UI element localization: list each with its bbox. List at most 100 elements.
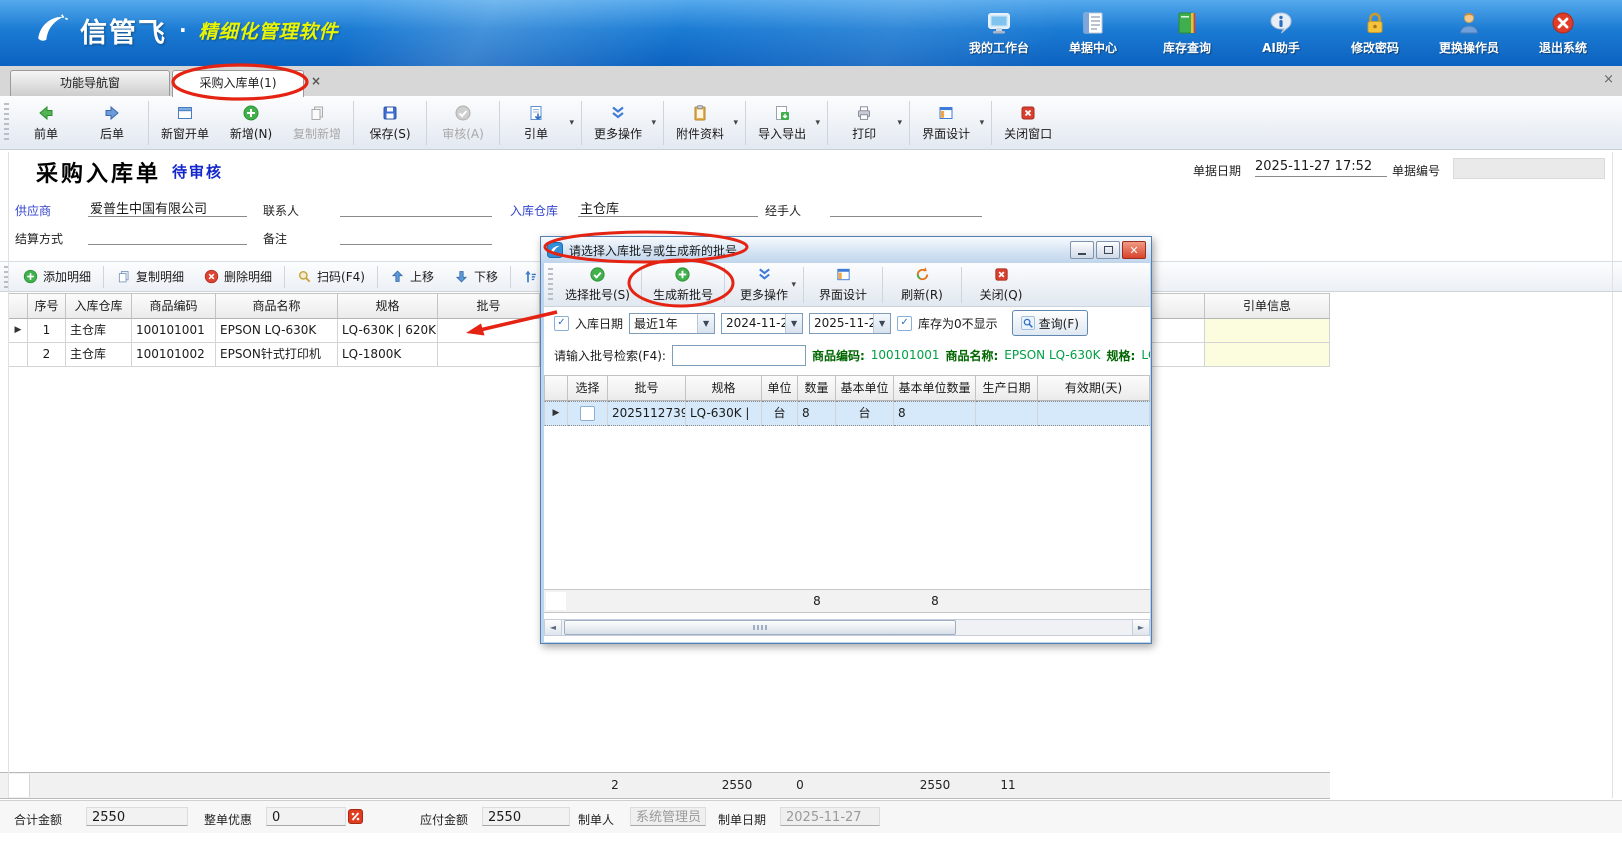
batch-search-input[interactable] bbox=[672, 345, 806, 366]
cell-spec[interactable]: LQ-1800K bbox=[338, 343, 438, 367]
tab-close-icon[interactable]: × bbox=[308, 74, 324, 90]
row-select-checkbox[interactable] bbox=[580, 406, 595, 421]
column-header[interactable]: 基本单位 bbox=[836, 375, 894, 401]
cell-batch[interactable] bbox=[438, 343, 540, 367]
handler-field[interactable] bbox=[830, 198, 982, 217]
import-export-button[interactable]: 导入导出 bbox=[749, 99, 824, 147]
scan-code-button[interactable]: 扫码(F4) bbox=[287, 264, 375, 290]
cell-valid-days[interactable] bbox=[1038, 401, 1150, 426]
nav-ai-assistant[interactable]: AI助手 bbox=[1238, 8, 1324, 58]
scroll-left-arrow[interactable]: ◄ bbox=[545, 620, 562, 635]
move-up-button[interactable]: 上移 bbox=[380, 264, 444, 290]
cell-code[interactable]: 100101001 bbox=[132, 319, 216, 343]
move-down-button[interactable]: 下移 bbox=[444, 264, 508, 290]
cell-prod-date[interactable] bbox=[976, 401, 1038, 426]
column-header[interactable]: 序号 bbox=[28, 293, 66, 319]
cell-warehouse[interactable]: 主仓库 bbox=[66, 319, 132, 343]
settle-field[interactable] bbox=[88, 226, 247, 245]
new-window-doc-button[interactable]: 新窗开单 bbox=[152, 99, 218, 147]
column-header[interactable]: 引单信息 bbox=[1205, 293, 1330, 319]
cell-name[interactable]: EPSON针式打印机 bbox=[216, 343, 338, 367]
hide-zero-stock-checkbox[interactable]: ✓ bbox=[897, 316, 912, 331]
pull-doc-button[interactable]: 引单 bbox=[503, 99, 578, 147]
close-window-button[interactable]: 关闭窗口 bbox=[995, 99, 1061, 147]
date-from-select[interactable]: 2024-11-27 ▼ bbox=[721, 313, 803, 334]
date-range-select[interactable]: 最近1年 ▼ bbox=[629, 313, 715, 334]
supplier-field[interactable]: 爱普生中国有限公司 bbox=[88, 198, 247, 217]
cell-name[interactable]: EPSON LQ-630K bbox=[216, 319, 338, 343]
inbound-date-checkbox[interactable]: ✓ bbox=[554, 316, 569, 331]
cell-base-qty[interactable]: 8 bbox=[894, 401, 976, 426]
restore-button[interactable] bbox=[1096, 241, 1120, 259]
dialog-close-button[interactable]: 关闭(Q) bbox=[965, 265, 1037, 305]
add-detail-button[interactable]: 添加明细 bbox=[13, 264, 101, 290]
nav-switch-operator[interactable]: 更换操作员 bbox=[1426, 8, 1512, 58]
cell-ref-info[interactable] bbox=[1205, 343, 1330, 367]
total-amount-field[interactable]: 2550 bbox=[86, 807, 188, 826]
scroll-right-arrow[interactable]: ► bbox=[1132, 620, 1149, 635]
tabstrip-close-icon[interactable]: × bbox=[1603, 72, 1614, 87]
column-header[interactable]: 商品编码 bbox=[132, 293, 216, 319]
cell-warehouse[interactable]: 主仓库 bbox=[66, 343, 132, 367]
column-header[interactable]: 选择 bbox=[568, 375, 608, 401]
refresh-button[interactable]: 刷新(R) bbox=[886, 265, 958, 305]
column-header[interactable]: 批号 bbox=[608, 375, 686, 401]
cell-ref-info[interactable] bbox=[1205, 319, 1330, 343]
nav-document-center[interactable]: 单据中心 bbox=[1050, 8, 1136, 58]
column-header[interactable]: 批号 bbox=[438, 293, 540, 319]
remark-field[interactable] bbox=[340, 226, 492, 245]
ui-design-button[interactable]: 界面设计 bbox=[913, 99, 988, 147]
tab-purchase-inbound[interactable]: 采购入库单(1) bbox=[172, 70, 304, 97]
scrollbar-thumb[interactable] bbox=[564, 620, 956, 635]
next-doc-button[interactable]: 后单 bbox=[79, 99, 145, 147]
cell-spec[interactable]: LQ-630K | 620K bbox=[338, 319, 438, 343]
dialog-title-bar[interactable]: 请选择入库批号或生成新的批号 ✕ bbox=[541, 237, 1151, 263]
batch-table-row[interactable]: ▶ 2025112739 LQ-630K | 台 8 台 8 bbox=[544, 401, 1150, 426]
tab-function-navigator[interactable]: 功能导航窗 bbox=[10, 70, 170, 96]
warehouse-field[interactable]: 主仓库 bbox=[578, 198, 758, 217]
cell-batch[interactable]: 2025112739 bbox=[608, 401, 686, 426]
close-button[interactable]: ✕ bbox=[1122, 241, 1146, 259]
column-header[interactable]: 基本单位数量 bbox=[894, 375, 976, 401]
column-header[interactable]: 入库仓库 bbox=[66, 293, 132, 319]
date-to-select[interactable]: 2025-11-27 ▼ bbox=[809, 313, 891, 334]
copy-detail-button[interactable]: 复制明细 bbox=[106, 264, 194, 290]
column-header[interactable]: 有效期(天) bbox=[1038, 375, 1150, 401]
column-header[interactable]: 规格 bbox=[338, 293, 438, 319]
column-header[interactable]: 生产日期 bbox=[976, 375, 1038, 401]
doc-date-field[interactable]: 2025-11-27 17:52 bbox=[1255, 159, 1387, 177]
nav-my-workbench[interactable]: 我的工作台 bbox=[956, 8, 1042, 58]
horizontal-scrollbar[interactable]: ◄ ► bbox=[544, 619, 1150, 636]
dialog-more-operations-button[interactable]: 更多操作 bbox=[728, 265, 800, 305]
cell-batch[interactable] bbox=[438, 319, 540, 343]
delete-detail-button[interactable]: 删除明细 bbox=[194, 264, 282, 290]
payable-amount-field[interactable]: 2550 bbox=[482, 807, 570, 826]
attachments-button[interactable]: 附件资料 bbox=[667, 99, 742, 147]
column-header[interactable]: 数量 bbox=[798, 375, 836, 401]
cell-code[interactable]: 100101002 bbox=[132, 343, 216, 367]
cell-seq[interactable]: 2 bbox=[28, 343, 66, 367]
nav-exit-system[interactable]: 退出系统 bbox=[1520, 8, 1606, 58]
contact-field[interactable] bbox=[340, 198, 492, 217]
generate-new-batch-button[interactable]: 生成新批号 bbox=[645, 265, 721, 305]
minimize-button[interactable] bbox=[1070, 241, 1094, 259]
dialog-ui-design-button[interactable]: 界面设计 bbox=[807, 265, 879, 305]
column-header[interactable]: 商品名称 bbox=[216, 293, 338, 319]
print-button[interactable]: 打印 bbox=[831, 99, 906, 147]
column-header[interactable]: 规格 bbox=[686, 375, 762, 401]
column-header[interactable]: 单位 bbox=[762, 375, 798, 401]
cell-qty[interactable]: 8 bbox=[798, 401, 836, 426]
discount-edit-icon[interactable] bbox=[348, 809, 363, 824]
add-new-button[interactable]: 新增(N) bbox=[218, 99, 284, 147]
query-button[interactable]: 查询(F) bbox=[1012, 310, 1088, 336]
order-discount-field[interactable]: 0 bbox=[266, 807, 346, 826]
cell-unit[interactable]: 台 bbox=[762, 401, 798, 426]
select-batch-button[interactable]: 选择批号(S) bbox=[557, 265, 638, 305]
more-operations-button[interactable]: 更多操作 bbox=[585, 99, 660, 147]
cell-seq[interactable]: 1 bbox=[28, 319, 66, 343]
prev-doc-button[interactable]: 前单 bbox=[13, 99, 79, 147]
nav-change-password[interactable]: 修改密码 bbox=[1332, 8, 1418, 58]
cell-spec[interactable]: LQ-630K | bbox=[686, 401, 762, 426]
cell-base-unit[interactable]: 台 bbox=[836, 401, 894, 426]
save-button[interactable]: 保存(S) bbox=[357, 99, 423, 147]
